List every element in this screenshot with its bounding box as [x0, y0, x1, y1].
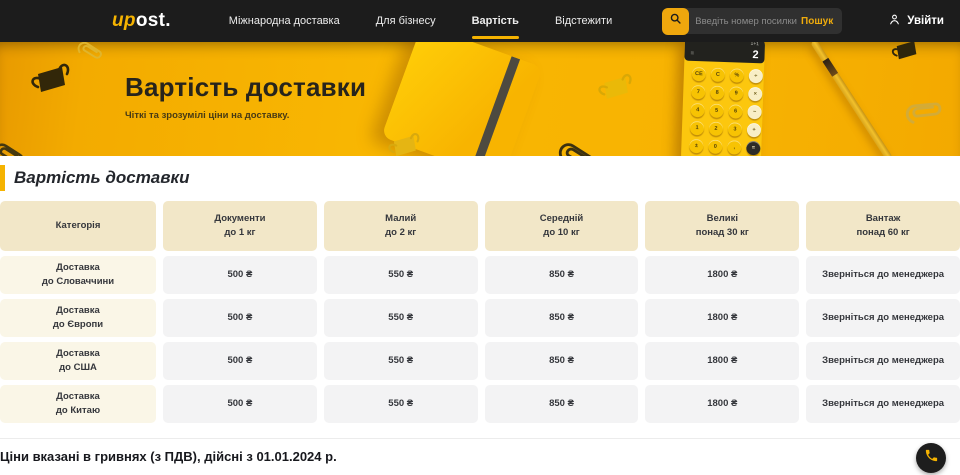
- contact-manager-cell: Зверніться до менеджера: [806, 342, 960, 380]
- footer: Ціни вказані в гривнях (з ПДВ), дійсні з…: [0, 438, 960, 464]
- section-heading: Вартість доставки: [0, 164, 960, 192]
- main-nav: Міжнародна доставка Для бізнесу Вартість…: [229, 0, 612, 42]
- search-submit-button[interactable]: Пошук: [801, 16, 833, 27]
- price-cell: 500 ₴: [163, 342, 317, 380]
- column-header-documents: Документидо 1 кг: [163, 201, 317, 251]
- column-header-freight: Вантажпонад 60 кг: [806, 201, 960, 251]
- pricing-table: Категорія Документидо 1 кг Малийдо 2 кг …: [0, 201, 960, 423]
- hero-title: Вартість доставки: [125, 72, 366, 103]
- paperclip-icon: [552, 132, 604, 156]
- nav-item-business[interactable]: Для бізнесу: [376, 0, 436, 42]
- hero-banner: Вартість доставки Чіткі та зрозумілі цін…: [0, 42, 960, 156]
- price-cell: 850 ₴: [485, 342, 639, 380]
- brand-logo[interactable]: upost.: [112, 10, 171, 32]
- section-title: Вартість доставки: [14, 168, 190, 188]
- nav-item-pricing[interactable]: Вартість: [472, 0, 519, 42]
- search-icon: [669, 12, 682, 30]
- paperclip-icon: [0, 134, 30, 156]
- calc-key: %: [730, 68, 744, 82]
- row-label-slovakia: Доставкадо Словаччини: [0, 256, 156, 294]
- price-cell: 500 ₴: [163, 385, 317, 423]
- paperclip-icon: [74, 42, 108, 67]
- calc-key: 4: [690, 103, 704, 117]
- row-label-china: Доставкадо Китаю: [0, 385, 156, 423]
- calc-key: 9: [729, 86, 743, 100]
- user-icon: [888, 13, 901, 29]
- notebook-band: [471, 56, 520, 156]
- login-button[interactable]: Увійти: [888, 13, 944, 29]
- pricing-section: Вартість доставки Категорія Документидо …: [0, 164, 960, 464]
- calculator-keypad: CE C % ÷ 7 8 9 × 4 5 6 − 1 2 3 + ± 0 , =: [681, 61, 764, 156]
- binder-clip-icon: [24, 60, 72, 109]
- contact-manager-cell: Зверніться до менеджера: [806, 385, 960, 423]
- section-accent-bar: [0, 165, 5, 191]
- phone-fab-button[interactable]: [916, 443, 946, 473]
- price-cell: 500 ₴: [163, 299, 317, 337]
- logo-rest: ost.: [136, 10, 171, 31]
- pricing-note: Ціни вказані в гривнях (з ПДВ), дійсні з…: [0, 449, 960, 464]
- paperclip-icon: [891, 77, 957, 142]
- price-cell: 850 ₴: [485, 299, 639, 337]
- calc-key: −: [747, 105, 761, 119]
- calc-key: 8: [710, 86, 724, 100]
- column-header-small: Малийдо 2 кг: [324, 201, 478, 251]
- price-cell: 850 ₴: [485, 385, 639, 423]
- binder-clip-icon: [592, 70, 634, 115]
- login-label: Увійти: [907, 15, 944, 27]
- calc-key: 1: [690, 121, 704, 135]
- calculator-result: 2: [752, 49, 759, 61]
- price-cell: 850 ₴: [485, 256, 639, 294]
- price-cell: 550 ₴: [324, 385, 478, 423]
- calculator-menu-icon: ≡: [690, 51, 694, 57]
- price-cell: 500 ₴: [163, 256, 317, 294]
- column-header-category: Категорія: [0, 201, 156, 251]
- calc-key: 7: [691, 85, 705, 99]
- nav-item-track[interactable]: Відстежити: [555, 0, 612, 42]
- calc-key: ,: [727, 140, 741, 154]
- price-cell: 550 ₴: [324, 342, 478, 380]
- calc-key: 5: [709, 104, 723, 118]
- calc-key: +: [747, 123, 761, 137]
- calculator-image: 1+1 ≡ 2 CE C % ÷ 7 8 9 × 4 5 6 − 1 2 3 +…: [681, 42, 765, 156]
- calc-key: C: [711, 68, 725, 82]
- contact-manager-cell: Зверніться до менеджера: [806, 256, 960, 294]
- row-label-europe: Доставкадо Європи: [0, 299, 156, 337]
- calc-key: ×: [748, 87, 762, 101]
- binder-clip-icon: [382, 130, 422, 156]
- price-cell: 1800 ₴: [645, 385, 799, 423]
- calc-key: ÷: [749, 69, 763, 83]
- top-navbar: upost. Міжнародна доставка Для бізнесу В…: [0, 0, 960, 42]
- calc-key: =: [746, 141, 760, 155]
- hero-text: Вартість доставки Чіткі та зрозумілі цін…: [125, 72, 366, 121]
- row-label-usa: Доставкадо США: [0, 342, 156, 380]
- pencil-image: [810, 42, 892, 156]
- parcel-number-input[interactable]: [695, 16, 801, 27]
- calc-key: 2: [709, 122, 723, 136]
- price-cell: 1800 ₴: [645, 256, 799, 294]
- calc-key: 0: [708, 140, 722, 154]
- price-cell: 550 ₴: [324, 299, 478, 337]
- column-header-medium: Середнійдо 10 кг: [485, 201, 639, 251]
- binder-clip-icon: [884, 42, 924, 73]
- price-cell: 1800 ₴: [645, 299, 799, 337]
- tracking-search: Пошук: [662, 8, 842, 35]
- search-icon-button[interactable]: [662, 8, 689, 35]
- price-cell: 1800 ₴: [645, 342, 799, 380]
- price-cell: 550 ₴: [324, 256, 478, 294]
- logo-accent: up: [112, 10, 136, 31]
- calc-key: 6: [728, 104, 742, 118]
- hero-subtitle: Чіткі та зрозумілі ціни на доставку.: [125, 110, 366, 121]
- column-header-large: Великіпонад 30 кг: [645, 201, 799, 251]
- calc-key: ±: [689, 139, 703, 153]
- calculator-history: 1+1: [750, 42, 759, 47]
- calculator-screen: 1+1 ≡ 2: [684, 42, 765, 63]
- calc-key: CE: [692, 67, 706, 81]
- calc-key: 3: [728, 122, 742, 136]
- search-field: Пошук: [684, 8, 842, 34]
- contact-manager-cell: Зверніться до менеджера: [806, 299, 960, 337]
- phone-icon: [924, 448, 939, 468]
- nav-item-international[interactable]: Міжнародна доставка: [229, 0, 340, 42]
